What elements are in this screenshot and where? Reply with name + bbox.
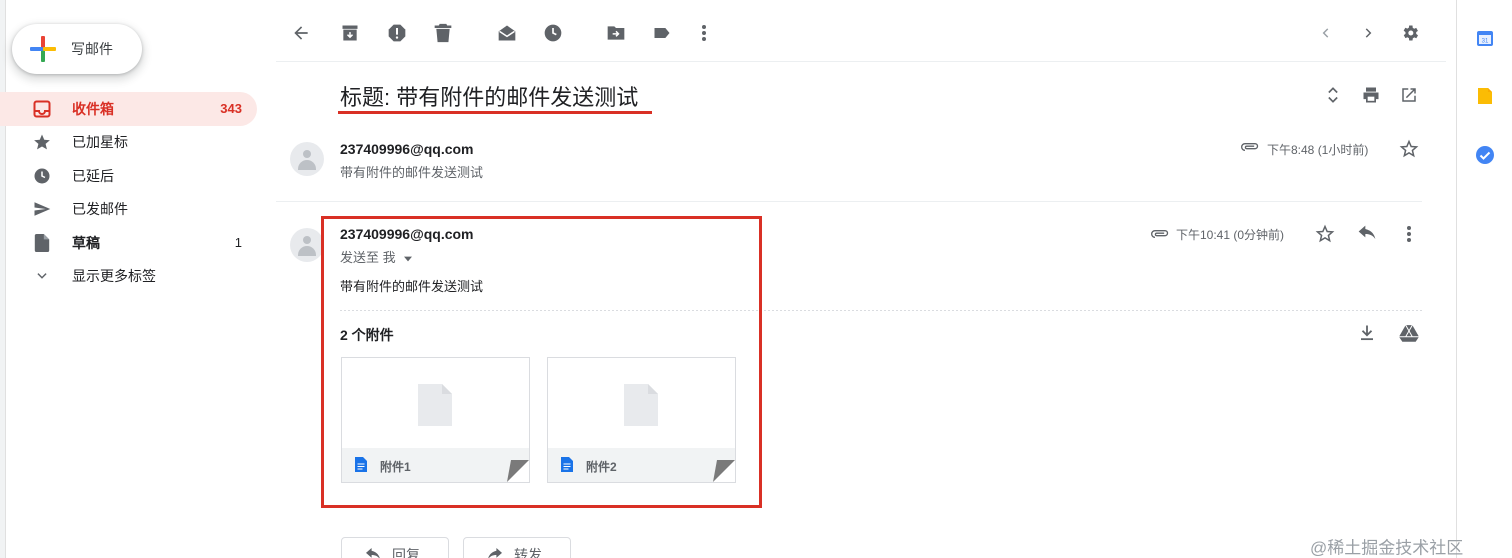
draft-count: 1 [234, 235, 242, 251]
message-more-button[interactable] [1396, 221, 1422, 247]
move-to-button[interactable] [603, 20, 629, 46]
sidebar-item-drafts[interactable]: 草稿 1 [0, 226, 272, 260]
message-sender[interactable]: 237409996@qq.com [340, 141, 474, 157]
sender-avatar [290, 228, 324, 262]
sender-avatar [290, 142, 324, 176]
more-button[interactable] [691, 20, 717, 46]
sidebar-nav: 收件箱 343 已加星标 已延后 已发邮件 草稿 1 显示更多标签 [0, 92, 272, 293]
snooze-button[interactable] [540, 20, 566, 46]
archive-button[interactable] [337, 20, 363, 46]
tasks-icon[interactable] [1475, 145, 1495, 165]
watermark: @稀土掘金技术社区 [1310, 538, 1464, 558]
message-snippet[interactable]: 带有附件的邮件发送测试 [340, 162, 483, 181]
trash-icon [434, 23, 452, 43]
subject-highlight-underline [338, 111, 652, 114]
compose-label: 写邮件 [71, 41, 113, 57]
mail-open-icon [498, 25, 516, 41]
download-icon [1361, 325, 1373, 341]
mark-unread-button[interactable] [494, 20, 520, 46]
calendar-icon[interactable]: 31 [1475, 28, 1495, 48]
chevron-right-icon [1365, 28, 1372, 38]
forward-label: 转发 [514, 547, 542, 558]
side-panel-rail: 31 [1456, 0, 1512, 558]
gear-icon [1403, 25, 1418, 41]
clock-icon [32, 166, 52, 186]
open-new-window-button[interactable] [1396, 82, 1422, 108]
arrow-left-icon [294, 26, 308, 40]
spam-icon [388, 24, 406, 42]
sidebar-item-label: 已延后 [72, 167, 114, 184]
reply-icon [366, 548, 380, 558]
chevron-down-icon [32, 266, 52, 286]
star-icon [32, 132, 52, 152]
message-time: 下午10:41 (0分钟前) [1176, 228, 1285, 242]
sidebar-item-label: 已发邮件 [72, 201, 128, 218]
draft-icon [32, 233, 52, 253]
send-icon [32, 199, 52, 219]
expand-all-button[interactable] [1320, 82, 1346, 108]
archive-icon [342, 25, 358, 41]
report-spam-button[interactable] [384, 20, 410, 46]
chevron-left-icon [1322, 28, 1329, 38]
message-time: 下午8:48 (1小时前) [1267, 143, 1369, 157]
sidebar-item-label: 收件箱 [72, 100, 114, 117]
svg-text:31: 31 [1482, 39, 1489, 45]
message-divider [276, 201, 1422, 202]
unfold-icon [1328, 87, 1338, 103]
open-in-new-icon [1402, 88, 1416, 102]
more-vert-icon [1407, 226, 1411, 242]
label-icon [654, 28, 670, 38]
back-button[interactable] [288, 20, 314, 46]
message-highlight-box [321, 216, 762, 508]
more-vert-icon [702, 25, 706, 41]
keep-icon[interactable] [1475, 86, 1495, 106]
delete-button[interactable] [430, 20, 456, 46]
sidebar-item-starred[interactable]: 已加星标 [0, 126, 272, 160]
reply-icon-button[interactable] [1354, 221, 1380, 247]
sidebar-item-inbox[interactable]: 收件箱 343 [0, 92, 257, 126]
print-button[interactable] [1358, 82, 1384, 108]
labels-button[interactable] [649, 20, 675, 46]
toolbar [276, 0, 1446, 62]
star-button[interactable] [1396, 136, 1422, 162]
thread-subject: 标题: 带有附件的邮件发送测试 [340, 85, 639, 110]
reply-label: 回复 [392, 547, 420, 558]
unread-count: 343 [220, 101, 242, 117]
sidebar: 写邮件 收件箱 343 已加星标 已延后 已发邮件 草稿 1 显示更多标签 [0, 0, 272, 558]
drive-icon [1399, 324, 1419, 342]
star-button[interactable] [1312, 221, 1338, 247]
plus-icon [30, 36, 56, 62]
folder-move-icon [607, 26, 625, 40]
star-outline-icon [1315, 224, 1335, 243]
newer-button[interactable] [1313, 20, 1339, 46]
download-all-button[interactable] [1354, 320, 1380, 346]
forward-icon [488, 548, 502, 558]
sidebar-item-label: 草稿 [72, 234, 100, 251]
print-icon [1363, 87, 1379, 103]
inbox-icon [32, 99, 52, 119]
reply-button[interactable]: 回复 [341, 537, 449, 558]
star-outline-icon [1399, 139, 1419, 158]
reply-icon [1358, 225, 1376, 239]
sidebar-item-snoozed[interactable]: 已延后 [0, 159, 272, 193]
older-button[interactable] [1355, 20, 1381, 46]
clock-icon [544, 24, 562, 42]
settings-button[interactable] [1397, 20, 1423, 46]
sidebar-item-more[interactable]: 显示更多标签 [0, 260, 272, 294]
compose-button[interactable]: 写邮件 [12, 24, 142, 74]
sidebar-item-label: 显示更多标签 [72, 268, 156, 285]
forward-button[interactable]: 转发 [463, 537, 571, 558]
sidebar-item-label: 已加星标 [72, 134, 128, 151]
paperclip-icon [1240, 140, 1260, 158]
save-to-drive-button[interactable] [1396, 320, 1422, 346]
sidebar-item-sent[interactable]: 已发邮件 [0, 193, 272, 227]
paperclip-icon [1150, 227, 1170, 245]
